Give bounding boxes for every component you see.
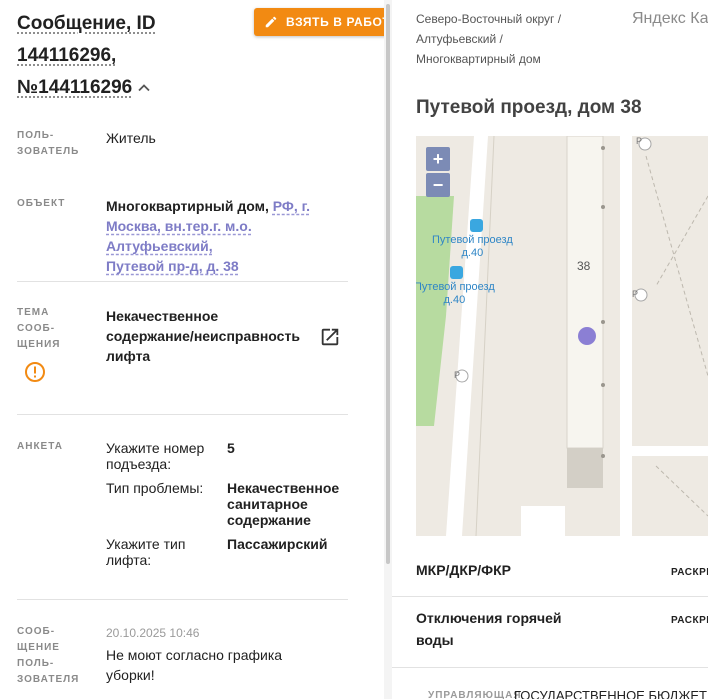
user-message-label: СООБ- ЩЕНИЕ ПОЛЬ- ЗОВАТЕЛЯ (17, 626, 80, 685)
building-38 (566, 136, 604, 449)
road (620, 136, 632, 536)
take-in-work-button[interactable]: ВЗЯТЬ В РАБОТУ (254, 8, 384, 36)
topic-value: Некачественное содержание/неисправность ли… (106, 308, 300, 364)
house-number-label: 38 (577, 259, 591, 273)
survey-value-lift-type: Пассажирский (227, 536, 328, 552)
map[interactable]: P P P 38 Путевой проезд д.40 Путевой прое… (416, 136, 708, 536)
section-capital-repair: МКР/ДКР/ФКР (416, 562, 512, 578)
zoom-controls: + − (426, 147, 450, 197)
user-value: Житель (106, 130, 156, 146)
survey-label: АНКЕТА (17, 441, 63, 452)
divider (17, 281, 348, 282)
management-label: УПРАВЛЯЮЩАЯ (428, 690, 522, 699)
divider (17, 414, 348, 415)
bus-stop-icon (470, 219, 483, 232)
message-date: 20.10.2025 10:46 (106, 626, 200, 640)
scrollbar-thumb[interactable] (386, 4, 390, 564)
title-line-1: Сообщение, ID (17, 13, 156, 34)
location-marker (578, 327, 596, 345)
chevron-up-icon[interactable] (136, 80, 152, 96)
breadcrumb-item[interactable]: Алтуфьевский / (416, 29, 616, 49)
user-message-text: Не моют согласно графика уборки! (106, 647, 283, 683)
parking-label: P (632, 289, 639, 299)
survey-value-entrance: 5 (227, 440, 235, 456)
parking-label: P (454, 370, 461, 380)
divider (392, 596, 708, 597)
object-label: ОБЪЕКТ (17, 198, 66, 209)
breadcrumb: Северо-Восточный округ / Алтуфьевский / … (416, 9, 616, 69)
small-building (521, 506, 565, 536)
parking-label: P (636, 136, 643, 146)
building-annex (567, 448, 603, 488)
bus-stop-label: Путевой проезд д.40 (416, 281, 495, 306)
survey-key-entrance: Укажите номер подъезда: (106, 440, 205, 472)
section-hot-water-outage: Отключения горячей воды (416, 610, 562, 648)
object-panel: Северо-Восточный округ / Алтуфьевский / … (392, 0, 708, 699)
survey-key-lift-type: Укажите тип лифта: (106, 536, 186, 568)
divider (17, 599, 348, 600)
open-in-new-icon[interactable] (319, 326, 341, 348)
management-value: ГОСУДАРСТВЕННОЕ БЮДЖЕТ (514, 688, 707, 699)
expand-button[interactable]: РАСКРЫТЬ (671, 567, 708, 578)
title-line-2: 144116296, (17, 45, 117, 66)
park-area (416, 196, 454, 426)
warning-icon (25, 362, 45, 382)
topic-label: ТЕМА СООБ- ЩЕНИЯ (17, 307, 61, 350)
message-panel: Сообщение, ID 144116296, №144116296 ВЗЯТ… (0, 0, 384, 699)
zoom-out-button[interactable]: − (426, 173, 450, 197)
survey-value-problem-type: Некачественное санитарное содержание (227, 480, 340, 528)
message-title[interactable]: Сообщение, ID 144116296, №144116296 (17, 8, 247, 104)
survey-key-problem-type: Тип проблемы: (106, 480, 204, 496)
expand-button[interactable]: РАСКРЫТЬ (671, 615, 708, 626)
breadcrumb-item[interactable]: Многоквартирный дом (416, 49, 616, 69)
road (632, 446, 708, 456)
address-title: Путевой проезд, дом 38 (416, 97, 642, 118)
bus-stop-label: Путевой проезд д.40 (432, 234, 513, 259)
breadcrumb-item[interactable]: Северо-Восточный округ / (416, 9, 616, 29)
bus-stop-icon (450, 266, 463, 279)
user-label: ПОЛЬ- ЗОВАТЕЛЬ (17, 130, 80, 157)
map-provider-link[interactable]: Яндекс Ка (632, 10, 708, 28)
map-canvas (416, 136, 708, 536)
take-in-work-label: ВЗЯТЬ В РАБОТУ (286, 15, 384, 29)
title-line-3: №144116296 (17, 77, 133, 98)
zoom-in-button[interactable]: + (426, 147, 450, 171)
object-value: Многоквартирный дом, РФ, г. Москва, вн.те… (106, 198, 310, 274)
pencil-icon (265, 16, 277, 28)
divider (392, 667, 708, 668)
